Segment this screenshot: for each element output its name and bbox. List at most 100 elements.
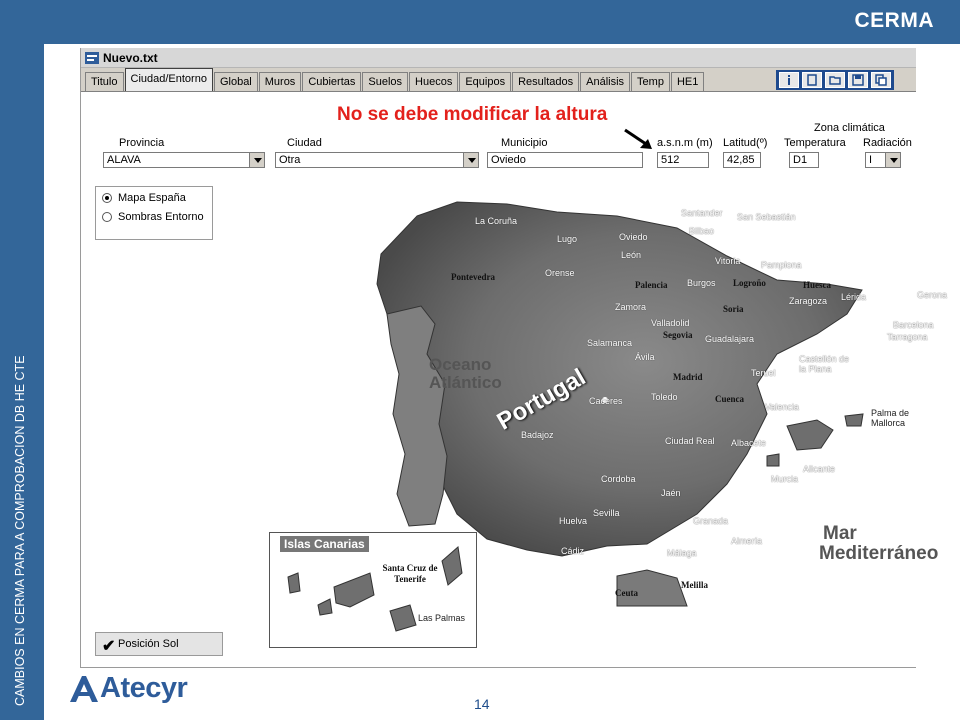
city-label: Oviedo: [619, 232, 648, 242]
mediterranean-label-line2: Mediterráneo: [819, 543, 939, 564]
mediterranean-label-line1: Mar: [823, 523, 857, 544]
city-label: Bilbao: [689, 226, 715, 236]
map-options-group: Mapa España Sombras Entorno: [95, 186, 213, 240]
mediterranean-label: Mar Mediterráneo: [819, 523, 938, 564]
title-bar: Nuevo.txt: [81, 48, 916, 68]
city-label: Valladolid: [651, 318, 690, 328]
radiacion-select[interactable]: I: [865, 152, 901, 168]
tab-huecos[interactable]: Huecos: [409, 72, 459, 91]
zona-climatica-label: Zona climática: [814, 122, 885, 134]
tab-cubiertas[interactable]: Cubiertas: [302, 72, 362, 91]
city-label: Melilla: [681, 580, 708, 590]
city-label: Zaragoza: [789, 296, 828, 306]
city-label: Gerona: [917, 290, 948, 300]
info-icon: [788, 75, 790, 85]
latitud-input[interactable]: 42,85: [723, 152, 761, 168]
save-button[interactable]: [848, 72, 868, 88]
menorca-shape: [844, 413, 864, 427]
atlantic-label-line2: Atlántico: [429, 373, 502, 392]
city-label: Sevilla: [593, 508, 620, 518]
city-label: Soria: [723, 304, 744, 314]
city-label: Segovia: [663, 330, 693, 340]
city-label: Cádiz: [561, 546, 585, 556]
city-label: Burgos: [687, 278, 716, 288]
city-label: Vitoria: [715, 256, 741, 266]
temperatura-input[interactable]: D1: [789, 152, 819, 168]
city-label: Santa Cruz de Tenerife: [382, 563, 438, 584]
tab-resultados[interactable]: Resultados: [512, 72, 580, 91]
ibiza-shape: [766, 453, 780, 467]
city-label: Alicante: [803, 464, 836, 474]
sun-position-label: Posición Sol: [118, 638, 179, 650]
annotation-text: No se debe modificar la altura: [337, 104, 608, 125]
city-label: Guadalajara: [705, 334, 755, 344]
slide: CERMA CAMBIOS EN CERMA PARA A COMPROBACI…: [0, 0, 960, 720]
city-label: Toledo: [651, 392, 678, 402]
tab-analisis[interactable]: Análisis: [580, 72, 631, 91]
city-label: Santander: [681, 208, 723, 218]
provincia-value: ALAVA: [107, 154, 141, 166]
mallorca-shape: [786, 419, 834, 451]
open-file-button[interactable]: [825, 72, 845, 88]
canary-islands-inset: Islas Canarias Santa Cruz de Tenerife La…: [269, 532, 477, 648]
city-label: Granada: [693, 516, 729, 526]
city-label: Ciudad Real: [665, 436, 715, 446]
city-label: Lérida: [841, 292, 867, 302]
radiacion-label: Radiación: [863, 137, 912, 149]
city-label: Albacete: [731, 438, 767, 448]
side-caption: CAMBIOS EN CERMA PARA A COMPROBACION DB …: [13, 355, 27, 706]
window-title: Nuevo.txt: [103, 50, 158, 65]
city-label: Cuenca: [715, 394, 744, 404]
city-label: Pamplona: [761, 260, 802, 270]
radio-unselected[interactable]: [102, 212, 112, 222]
sun-position-button[interactable]: ✔ Posición Sol: [95, 632, 223, 656]
tab-titulo[interactable]: Titulo: [85, 72, 124, 91]
tab-he1[interactable]: HE1: [670, 72, 705, 91]
chevron-down-icon[interactable]: [249, 153, 264, 167]
print-button[interactable]: [871, 72, 891, 88]
option-mapa-espana-label: Mapa España: [118, 192, 186, 204]
tab-suelos[interactable]: Suelos: [362, 72, 409, 91]
radio-selected[interactable]: [102, 193, 112, 203]
city-label: Jaén: [661, 488, 681, 498]
provincia-label: Provincia: [119, 137, 165, 149]
tab-temp[interactable]: Temp: [631, 72, 670, 91]
radiacion-value: I: [869, 154, 873, 166]
altura-input[interactable]: 512: [657, 152, 709, 168]
ciudad-label: Ciudad: [287, 137, 322, 149]
option-mapa-espana[interactable]: Mapa España: [102, 192, 206, 204]
ciudad-select[interactable]: Otra: [275, 152, 479, 168]
tab-ciudad-entorno[interactable]: Ciudad/Entorno: [124, 68, 213, 91]
tab-equipos[interactable]: Equipos: [459, 72, 512, 91]
chevron-down-icon[interactable]: [885, 153, 900, 167]
city-label: Madrid: [673, 372, 703, 382]
city-label: Teruel: [751, 368, 776, 378]
tab-muros[interactable]: Muros: [258, 72, 302, 91]
tab-global[interactable]: Global: [213, 72, 258, 91]
ciudad-value: Otra: [279, 154, 301, 166]
toolbar: [776, 70, 894, 90]
city-label: Castellón de la Plana: [799, 354, 850, 374]
municipio-input[interactable]: Oviedo: [487, 152, 643, 168]
brand-title: CERMA: [854, 9, 934, 32]
info-button[interactable]: [779, 72, 799, 88]
chevron-down-icon[interactable]: [463, 153, 478, 167]
city-label: Cordoba: [601, 474, 636, 484]
new-file-button[interactable]: [802, 72, 822, 88]
city-label: Pontevedra: [451, 272, 495, 282]
provincia-select[interactable]: ALAVA: [103, 152, 265, 168]
option-sombras-entorno[interactable]: Sombras Entorno: [102, 211, 206, 223]
atecyr-logo: Atecyr: [68, 672, 188, 705]
option-sombras-entorno-label: Sombras Entorno: [118, 211, 204, 223]
app-window: Nuevo.txt Titulo Ciudad/Entorno Global M…: [80, 48, 947, 668]
atlantic-label-line1: Oceano: [429, 355, 492, 374]
spain-map[interactable]: Oceano Atlántico Mar Mediterráneo Portug…: [269, 194, 947, 648]
city-label: Palma de Mallorca: [871, 408, 910, 428]
city-label: Badajoz: [521, 430, 554, 440]
temperatura-label: Temperatura: [784, 137, 846, 149]
atlantic-label: Oceano Atlántico: [429, 356, 502, 392]
city-label: Palencia: [635, 280, 668, 290]
canary-islands-graphic: [287, 546, 463, 632]
city-label: Málaga: [667, 548, 697, 558]
city-label: Orense: [545, 268, 575, 278]
